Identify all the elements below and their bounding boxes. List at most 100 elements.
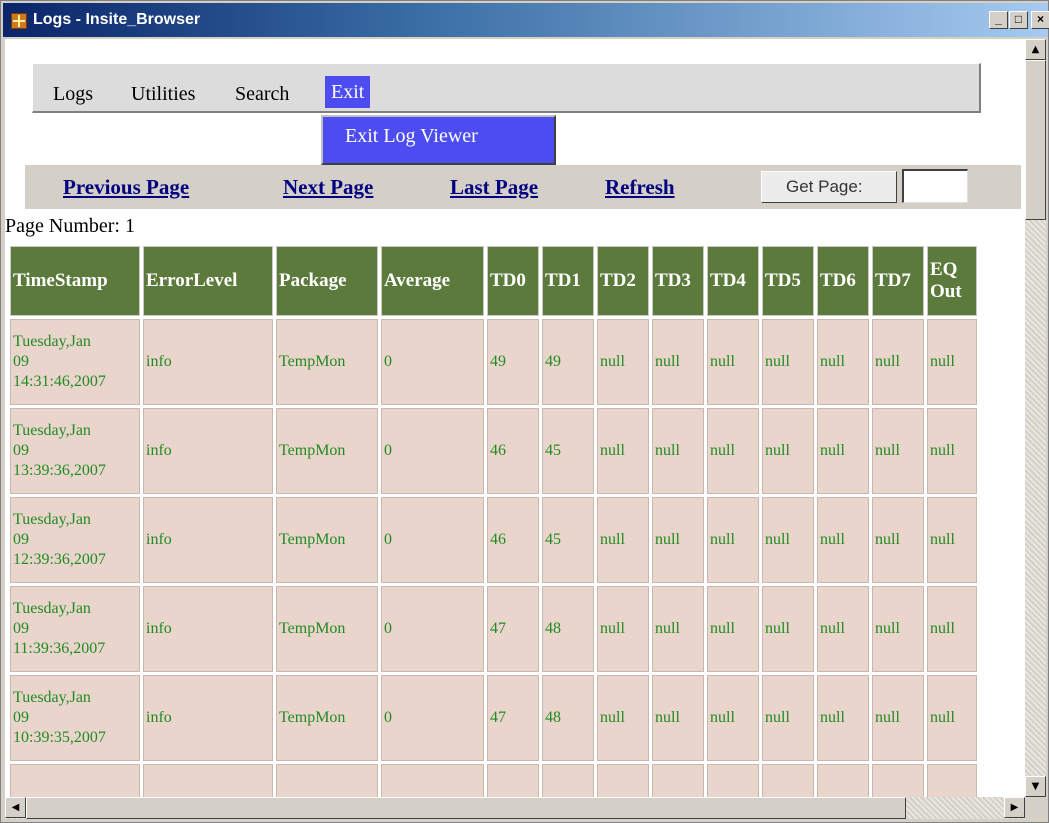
table-cell: null bbox=[817, 675, 869, 761]
table-cell: info bbox=[143, 319, 273, 405]
table-cell: null bbox=[707, 408, 759, 494]
menu-search[interactable]: Search bbox=[229, 78, 295, 110]
table-cell bbox=[652, 764, 704, 797]
scroll-up-icon[interactable]: ▲ bbox=[1025, 39, 1046, 60]
timestamp-cell: Tuesday,Jan 09 12:39:36,2007 bbox=[10, 497, 140, 583]
get-page-input[interactable] bbox=[902, 169, 968, 203]
timestamp-line: 12:39:36,2007 bbox=[13, 551, 106, 568]
table-cell bbox=[276, 764, 378, 797]
table-cell: null bbox=[872, 675, 924, 761]
table-cell: null bbox=[597, 408, 649, 494]
table-cell: info bbox=[143, 497, 273, 583]
table-cell: 46 bbox=[487, 497, 539, 583]
table-cell: info bbox=[143, 408, 273, 494]
timestamp-cell: Tuesday,Jan 09 14:31:46,2007 bbox=[10, 319, 140, 405]
timestamp-cell: Tuesday,Jan 09 10:39:35,2007 bbox=[10, 675, 140, 761]
table-cell: info bbox=[143, 586, 273, 672]
maximize-button[interactable]: □ bbox=[1009, 11, 1028, 29]
table-cell: null bbox=[652, 675, 704, 761]
table-cell bbox=[487, 764, 539, 797]
get-page-button[interactable]: Get Page: bbox=[761, 171, 897, 203]
table-cell bbox=[762, 764, 814, 797]
timestamp-line: Tuesday,Jan bbox=[13, 422, 91, 439]
close-button[interactable]: × bbox=[1031, 11, 1049, 29]
table-cell: 0 bbox=[381, 675, 484, 761]
table-row: Tuesday,Jan 09 11:39:36,2007 info TempMon 0 47… bbox=[10, 586, 977, 672]
title-bar[interactable]: Logs - Insite_Browser _ □ × bbox=[3, 3, 1049, 37]
table-cell: info bbox=[143, 675, 273, 761]
table-cell: TempMon bbox=[276, 408, 378, 494]
exit-log-viewer-item[interactable]: Exit Log Viewer bbox=[345, 125, 478, 148]
table-cell: null bbox=[652, 497, 704, 583]
refresh-link[interactable]: Refresh bbox=[605, 175, 675, 200]
table-cell: null bbox=[872, 497, 924, 583]
table-cell: 47 bbox=[487, 675, 539, 761]
table-cell bbox=[707, 764, 759, 797]
table-cell: null bbox=[762, 408, 814, 494]
table-cell: null bbox=[597, 319, 649, 405]
col-header-td5[interactable]: TD5 bbox=[762, 246, 814, 316]
table-cell: null bbox=[927, 408, 977, 494]
timestamp-line: 11:39:36,2007 bbox=[13, 640, 106, 657]
table-cell: TempMon bbox=[276, 675, 378, 761]
table-cell: null bbox=[652, 319, 704, 405]
table-cell: 0 bbox=[381, 586, 484, 672]
last-page-link[interactable]: Last Page bbox=[450, 175, 538, 200]
timestamp-cell: Tuesday,Jan 09 11:39:36,2007 bbox=[10, 586, 140, 672]
vertical-scrollbar[interactable]: ▲ ▼ bbox=[1025, 39, 1046, 797]
table-cell bbox=[597, 764, 649, 797]
col-header-timestamp[interactable]: TimeStamp bbox=[10, 246, 140, 316]
col-header-td2[interactable]: TD2 bbox=[597, 246, 649, 316]
table-cell: null bbox=[707, 497, 759, 583]
timestamp-line: 14:31:46,2007 bbox=[13, 373, 106, 390]
col-header-average[interactable]: Average bbox=[381, 246, 484, 316]
col-header-td6[interactable]: TD6 bbox=[817, 246, 869, 316]
col-header-td1[interactable]: TD1 bbox=[542, 246, 594, 316]
col-header-eq-out[interactable]: EQ Out bbox=[927, 246, 977, 316]
table-row: Tuesday,Jan bbox=[10, 764, 977, 797]
scroll-right-icon[interactable]: ▶ bbox=[1004, 797, 1025, 818]
col-header-td4[interactable]: TD4 bbox=[707, 246, 759, 316]
minimize-button[interactable]: _ bbox=[989, 11, 1008, 29]
scroll-left-icon[interactable]: ◀ bbox=[5, 797, 26, 818]
next-page-link[interactable]: Next Page bbox=[283, 175, 373, 200]
table-row: Tuesday,Jan 09 13:39:36,2007 info TempMon 0 46… bbox=[10, 408, 977, 494]
table-cell: TempMon bbox=[276, 319, 378, 405]
horizontal-scrollbar[interactable]: ◀ ▶ bbox=[5, 797, 1025, 819]
log-table-body: Tuesday,Jan 09 14:31:46,2007 info TempMon 0 49… bbox=[10, 319, 977, 797]
browser-content: Logs Utilities Search Exit Exit Log View… bbox=[5, 39, 1025, 797]
scroll-down-icon[interactable]: ▼ bbox=[1025, 776, 1046, 797]
table-cell: null bbox=[927, 497, 977, 583]
menu-exit[interactable]: Exit bbox=[325, 76, 371, 108]
timestamp-line: 10:39:35,2007 bbox=[13, 729, 106, 746]
menu-logs[interactable]: Logs bbox=[47, 78, 99, 110]
timestamp-line: 09 bbox=[13, 442, 29, 459]
table-cell: null bbox=[817, 497, 869, 583]
table-cell: null bbox=[762, 497, 814, 583]
timestamp-line: 09 bbox=[13, 531, 29, 548]
table-cell: null bbox=[872, 319, 924, 405]
col-header-td7[interactable]: TD7 bbox=[872, 246, 924, 316]
menu-utilities[interactable]: Utilities bbox=[125, 78, 201, 110]
table-cell: null bbox=[707, 675, 759, 761]
table-cell: 0 bbox=[381, 497, 484, 583]
table-cell: 47 bbox=[487, 586, 539, 672]
horizontal-scroll-thumb[interactable] bbox=[26, 797, 906, 819]
col-header-errorlevel[interactable]: ErrorLevel bbox=[143, 246, 273, 316]
app-icon bbox=[11, 13, 27, 29]
menu-bar: Logs Utilities Search Exit bbox=[32, 63, 981, 113]
table-cell bbox=[872, 764, 924, 797]
table-cell: null bbox=[872, 408, 924, 494]
table-cell bbox=[542, 764, 594, 797]
table-cell: null bbox=[927, 675, 977, 761]
vertical-scroll-thumb[interactable] bbox=[1025, 60, 1046, 220]
table-row: Tuesday,Jan 09 10:39:35,2007 info TempMon 0 47… bbox=[10, 675, 977, 761]
table-cell: 48 bbox=[542, 586, 594, 672]
col-header-td0[interactable]: TD0 bbox=[487, 246, 539, 316]
table-cell bbox=[817, 764, 869, 797]
timestamp-line: 09 bbox=[13, 709, 29, 726]
table-cell bbox=[143, 764, 273, 797]
col-header-package[interactable]: Package bbox=[276, 246, 378, 316]
previous-page-link[interactable]: Previous Page bbox=[63, 175, 189, 200]
col-header-td3[interactable]: TD3 bbox=[652, 246, 704, 316]
